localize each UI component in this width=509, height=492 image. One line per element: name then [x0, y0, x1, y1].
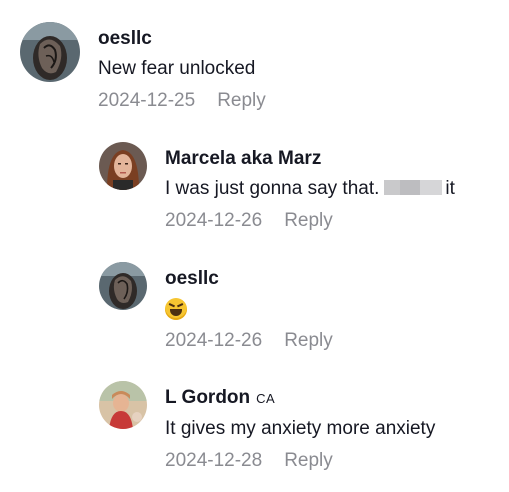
avatar[interactable] [20, 22, 80, 82]
comment-date: 2024-12-26 [165, 210, 263, 231]
comment-username[interactable]: oesllc [98, 28, 266, 50]
comment-date: 2024-12-25 [98, 90, 196, 111]
redacted-text-block [384, 180, 443, 195]
comment-text [165, 297, 333, 321]
reply-button[interactable]: Reply [284, 210, 333, 231]
reply-button[interactable]: Reply [284, 330, 333, 351]
comment-username[interactable]: Marcela aka Marz [165, 148, 455, 170]
reply-button[interactable]: Reply [217, 90, 266, 111]
comment-username[interactable]: L Gordon CA [165, 387, 435, 410]
comment-text: I was just gonna say that. it [165, 177, 455, 201]
avatar[interactable] [99, 142, 147, 190]
avatar[interactable] [99, 381, 147, 429]
comment-text: It gives my anxiety more anxiety [165, 418, 436, 439]
reply-button[interactable]: Reply [284, 450, 333, 471]
username-text[interactable]: L Gordon [165, 387, 250, 408]
comment-date: 2024-12-26 [165, 330, 263, 351]
comment-username[interactable]: oesllc [165, 268, 333, 290]
region-badge: CA [256, 391, 276, 406]
grinning-squinting-face-emoji-icon [165, 297, 187, 320]
comment-date: 2024-12-28 [165, 450, 263, 471]
comment-text-part: I was just gonna say that. [165, 178, 380, 199]
comment-text-part: it [445, 178, 455, 199]
avatar[interactable] [99, 262, 147, 310]
comment-text: New fear unlocked [98, 58, 256, 79]
